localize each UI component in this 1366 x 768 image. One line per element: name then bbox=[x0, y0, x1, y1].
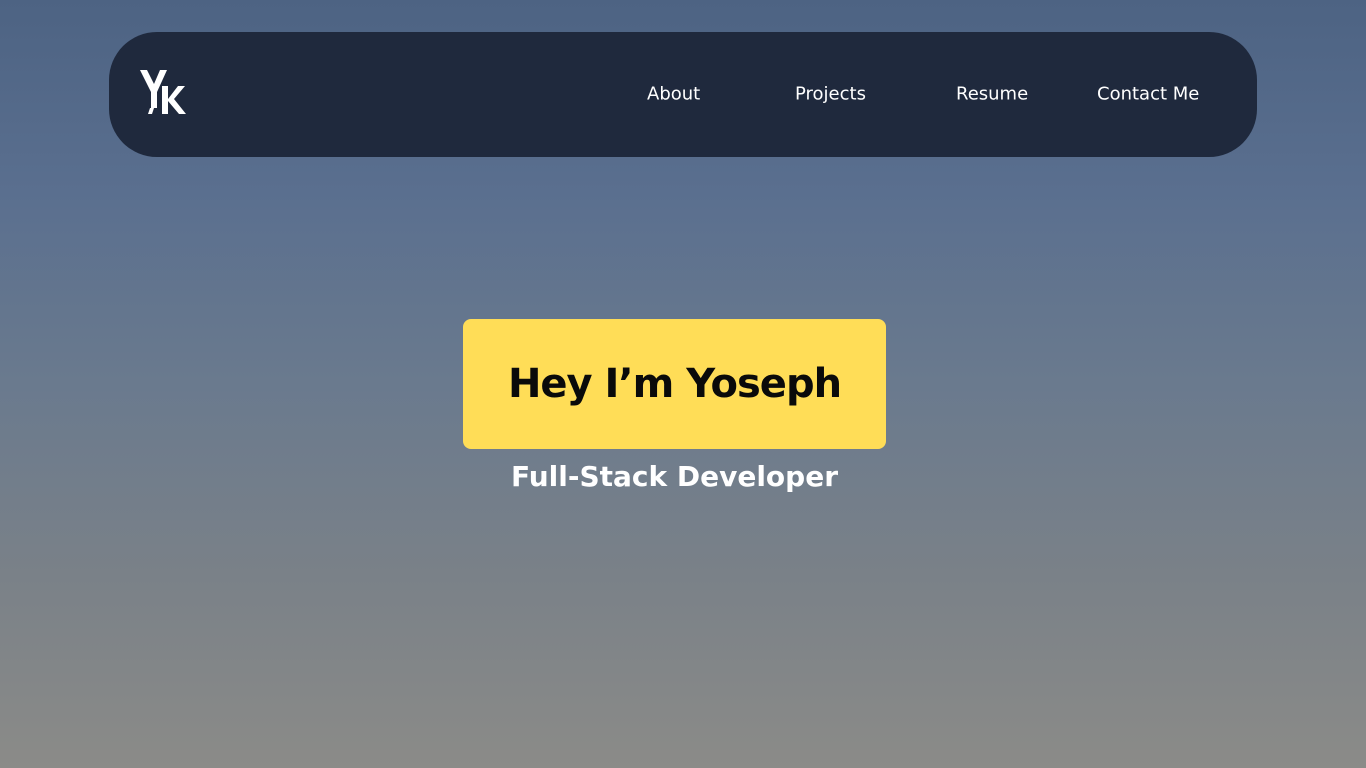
hero-title: Hey I’m Yoseph bbox=[507, 361, 842, 407]
navbar: About Projects Resume Contact Me bbox=[109, 32, 1257, 157]
nav-link-projects[interactable]: Projects bbox=[795, 84, 866, 105]
yk-logo-icon[interactable] bbox=[140, 68, 188, 116]
hero-subtitle: Full-Stack Developer bbox=[510, 460, 839, 493]
nav-link-about[interactable]: About bbox=[647, 84, 700, 105]
nav-link-contact[interactable]: Contact Me bbox=[1097, 84, 1199, 105]
nav-link-resume[interactable]: Resume bbox=[956, 84, 1028, 105]
hero-title-box: Hey I’m Yoseph bbox=[463, 319, 886, 449]
